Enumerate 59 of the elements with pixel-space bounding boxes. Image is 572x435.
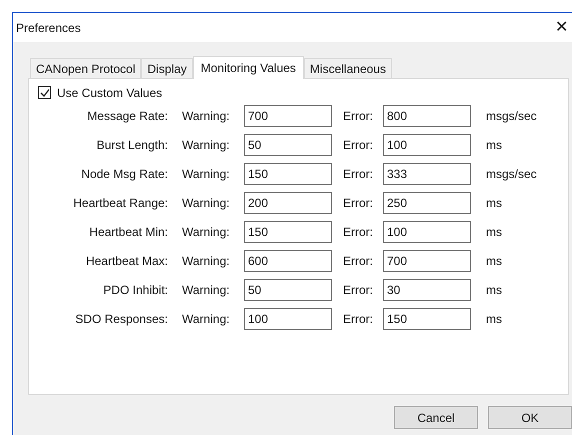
- dialog-button[interactable]: Cancel: [394, 406, 478, 429]
- checkbox-label: Use Custom Values: [57, 84, 162, 102]
- error-label: Error:: [343, 253, 374, 270]
- input-field[interactable]: 30: [383, 279, 471, 301]
- tab[interactable]: Monitoring Values: [192, 56, 304, 79]
- unit-label: ms: [486, 282, 502, 299]
- field-label: Node Msg Rate:: [80, 166, 168, 183]
- input-field[interactable]: 100: [383, 134, 471, 156]
- checkmark-icon: [40, 88, 50, 98]
- unit-label: ms: [486, 311, 502, 328]
- input-field[interactable]: 600: [244, 250, 332, 272]
- warning-label: Warning:: [182, 195, 231, 212]
- warning-label: Warning:: [182, 253, 231, 270]
- unit-label: ms: [486, 195, 502, 212]
- input-field[interactable]: 50: [244, 279, 332, 301]
- unit-label: ms: [486, 137, 502, 154]
- checkbox[interactable]: [38, 86, 51, 99]
- input-field[interactable]: 150: [383, 308, 471, 330]
- error-label: Error:: [343, 311, 374, 328]
- tab[interactable]: Display: [141, 58, 193, 78]
- warning-label: Warning:: [182, 137, 231, 154]
- unit-label: msgs/sec: [486, 166, 537, 183]
- unit-label: ms: [486, 224, 502, 241]
- warning-label: Warning:: [182, 166, 231, 183]
- field-label: Heartbeat Min:: [88, 224, 168, 241]
- input-field[interactable]: 100: [383, 221, 471, 243]
- unit-label: ms: [486, 253, 502, 270]
- field-label: SDO Responses:: [74, 311, 168, 328]
- warning-label: Warning:: [182, 224, 231, 241]
- field-label: PDO Inhibit:: [102, 282, 168, 299]
- input-field[interactable]: 700: [244, 105, 332, 127]
- window-title: Preferences: [16, 20, 81, 36]
- tab[interactable]: Miscellaneous: [304, 58, 392, 78]
- warning-label: Warning:: [182, 282, 231, 299]
- field-label: Heartbeat Max:: [84, 253, 168, 270]
- warning-label: Warning:: [182, 311, 231, 328]
- error-label: Error:: [343, 224, 374, 241]
- field-label: Message Rate:: [86, 108, 168, 125]
- input-field[interactable]: 250: [383, 192, 471, 214]
- warning-label: Warning:: [182, 108, 231, 125]
- input-field[interactable]: 700: [383, 250, 471, 272]
- unit-label: msgs/sec: [486, 108, 537, 125]
- input-field[interactable]: 333: [383, 163, 471, 185]
- field-label: Heartbeat Range:: [72, 195, 168, 212]
- dialog-button[interactable]: OK: [488, 406, 572, 429]
- input-field[interactable]: 100: [244, 308, 332, 330]
- error-label: Error:: [343, 282, 374, 299]
- tab[interactable]: CANopen Protocol: [30, 58, 142, 78]
- input-field[interactable]: 150: [244, 221, 332, 243]
- error-label: Error:: [343, 137, 374, 154]
- close-button[interactable]: ✕: [551, 20, 572, 36]
- input-field[interactable]: 50: [244, 134, 332, 156]
- error-label: Error:: [343, 166, 374, 183]
- error-label: Error:: [343, 108, 374, 125]
- input-field[interactable]: 200: [244, 192, 332, 214]
- input-field[interactable]: 800: [383, 105, 471, 127]
- field-label: Burst Length:: [96, 137, 168, 154]
- input-field[interactable]: 150: [244, 163, 332, 185]
- error-label: Error:: [343, 195, 374, 212]
